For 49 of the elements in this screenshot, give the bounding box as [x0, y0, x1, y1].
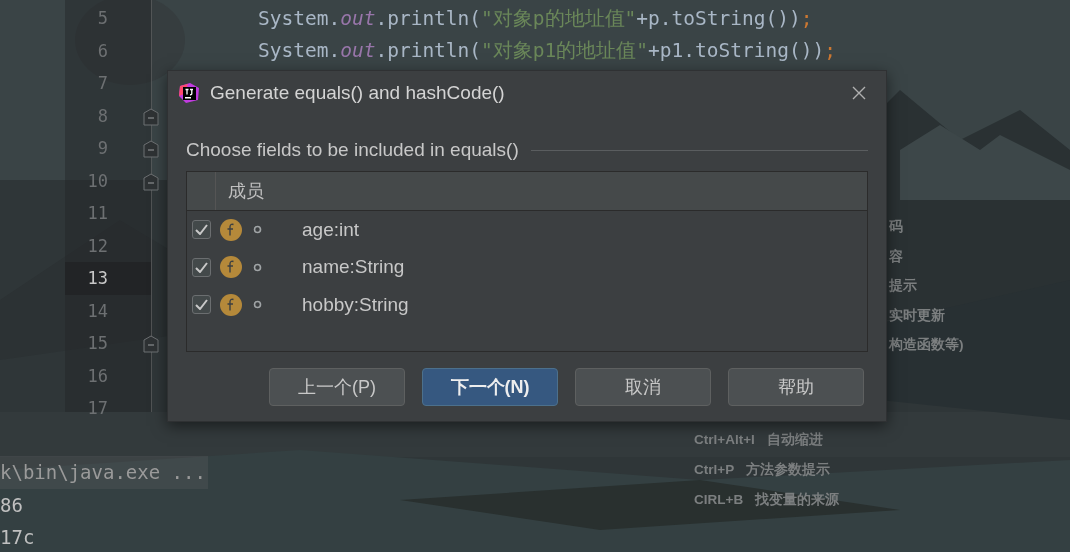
shortcut-description: 找变量的来源 [755, 491, 840, 509]
column-header[interactable]: 成员 [216, 172, 867, 210]
dialog-button[interactable]: 取消 [575, 368, 711, 406]
visibility-dot-icon [253, 300, 262, 310]
line-number: 9 [97, 138, 109, 159]
visibility-dot-icon [253, 262, 262, 272]
line-number: 14 [87, 300, 109, 321]
field-icon [220, 256, 242, 279]
checkbox[interactable] [192, 295, 211, 315]
field-icon [220, 218, 242, 241]
line-number: 15 [87, 333, 109, 354]
dialog-title: Generate equals() and hashCode() [210, 82, 506, 104]
line-number: 16 [87, 365, 109, 386]
hint-text: 容 [889, 247, 904, 266]
line-number: 12 [87, 235, 109, 256]
line-number: 13 [87, 268, 109, 289]
hint-text: 提示 [889, 277, 918, 295]
field-name: hobby:String [302, 293, 409, 316]
shortcut-description: 自动缩进 [766, 431, 823, 449]
line-number: 8 [97, 105, 109, 126]
code-line: System.out.println("对象p1的地址值"+p1.toString()); [258, 38, 836, 65]
hint-text: 实时更新 [889, 306, 946, 325]
section-label: Choose fields to be included in equals() [186, 139, 519, 161]
dialog-button[interactable]: 下一个(N) [422, 368, 558, 406]
close-button[interactable] [850, 84, 868, 102]
shortcut-keys: Ctrl+P [694, 460, 735, 480]
console-line: 86 [0, 492, 24, 518]
hint-text: 构造函数等) [889, 336, 964, 354]
field-name: age:int [302, 218, 360, 241]
hint-text: 码 [889, 218, 904, 236]
checkbox[interactable] [192, 220, 211, 240]
code-line: System.out.println("对象p的地址值"+p.toString()); [258, 5, 813, 32]
line-number: 11 [87, 203, 109, 224]
field-icon [220, 293, 242, 316]
console-line: 17c [0, 525, 36, 551]
line-number: 6 [97, 40, 109, 61]
shortcut-description: 方法参数提示 [746, 461, 831, 479]
dialog-button[interactable]: 帮助 [728, 368, 864, 406]
line-number: 10 [87, 170, 109, 191]
line-number: 7 [97, 73, 109, 94]
app-logo-icon [178, 82, 200, 104]
line-number: 17 [87, 398, 109, 419]
line-number: 5 [97, 8, 109, 29]
dialog-button[interactable]: 上一个(P) [269, 368, 405, 406]
shortcut-keys: Ctrl+Alt+I [694, 430, 755, 450]
checkbox[interactable] [192, 257, 211, 277]
shortcut-keys: CIRL+B [694, 490, 744, 510]
visibility-dot-icon [253, 225, 262, 235]
field-name: name:String [302, 256, 405, 279]
